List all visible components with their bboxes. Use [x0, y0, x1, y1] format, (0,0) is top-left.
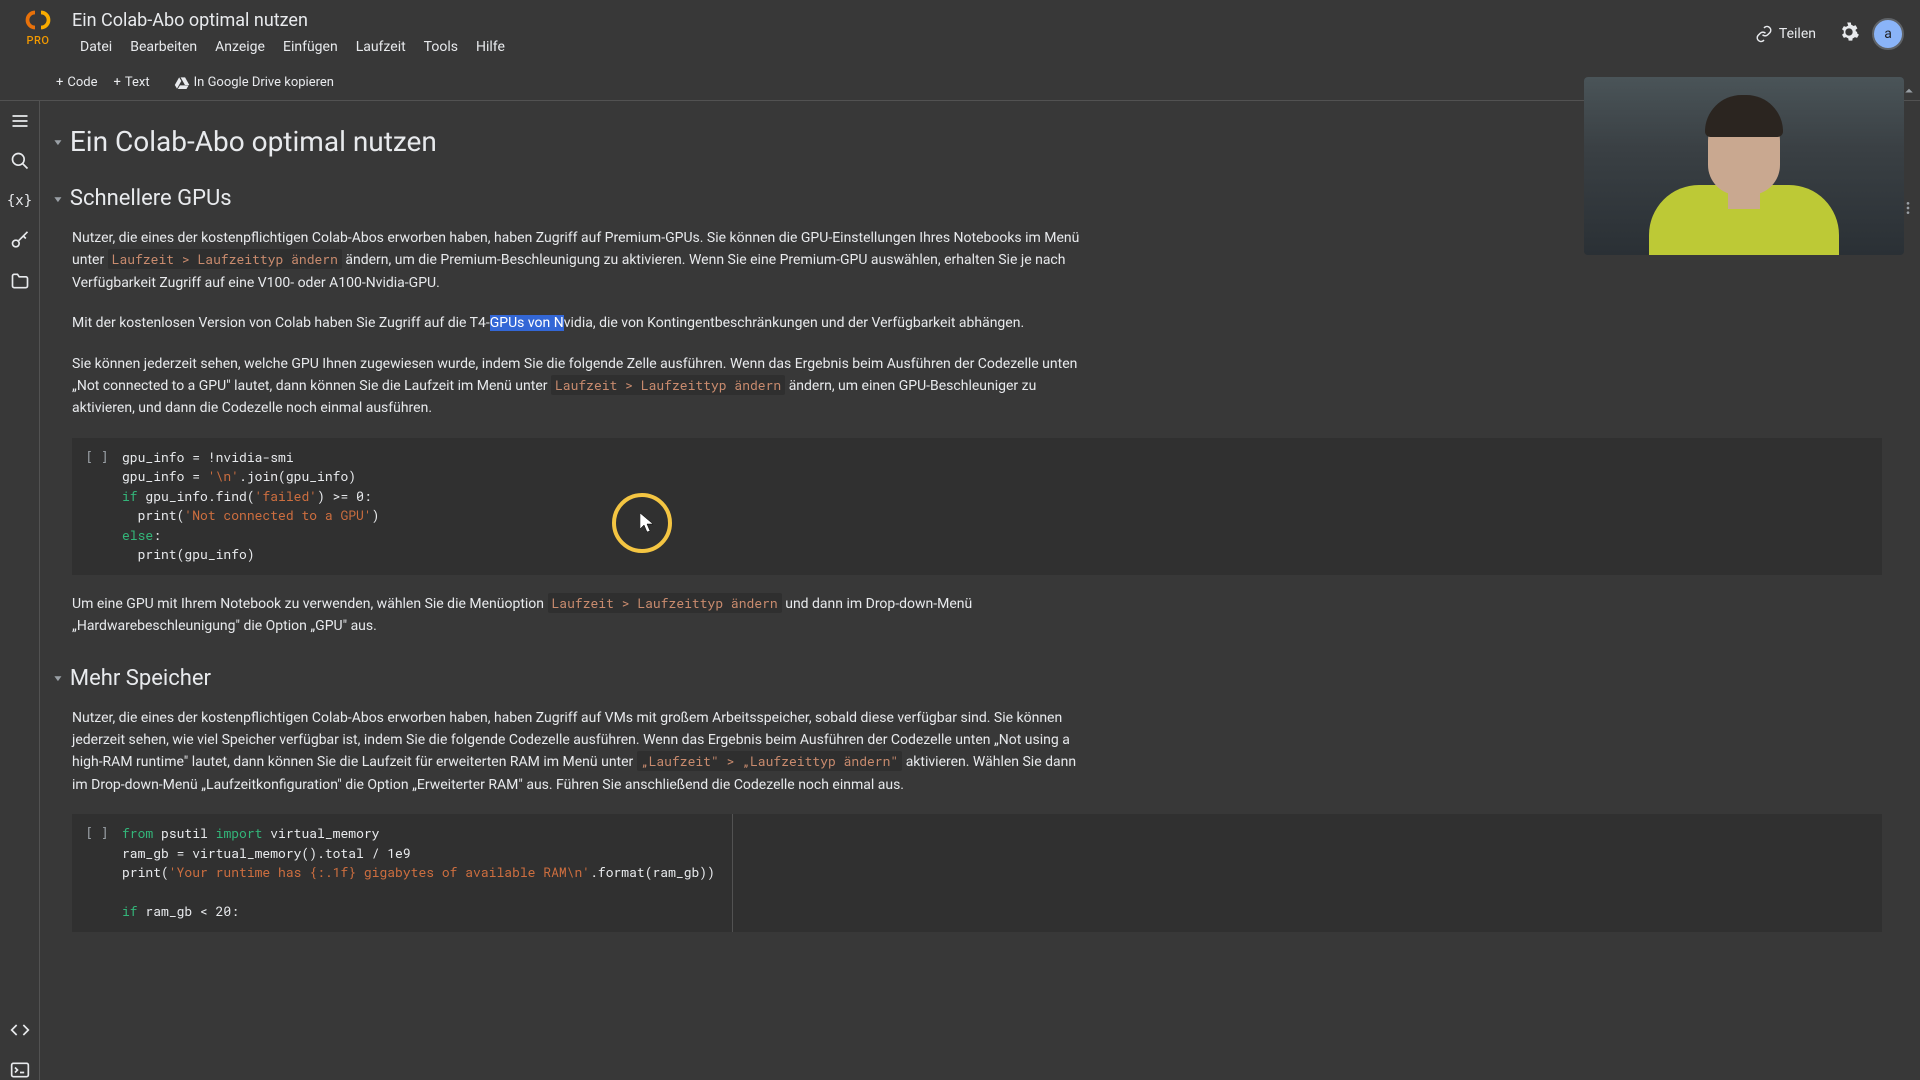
plus-icon: +	[56, 75, 63, 90]
menu-bar: Datei Bearbeiten Anzeige Einfügen Laufze…	[72, 35, 1745, 59]
menu-runtime[interactable]: Laufzeit	[348, 35, 414, 59]
document-title[interactable]: Ein Colab-Abo optimal nutzen	[72, 8, 1745, 35]
paragraph: Mit der kostenlosen Version von Colab ha…	[72, 312, 1092, 334]
menu-help[interactable]: Hilfe	[468, 35, 513, 59]
paragraph: Nutzer, die eines der kostenpflichtigen …	[72, 227, 1092, 294]
code-icon	[10, 1020, 30, 1040]
variables-button[interactable]: {x}	[10, 191, 30, 211]
code-cell[interactable]: [ ] from psutil import virtual_memory ra…	[72, 814, 1882, 932]
collapse-arrow-icon[interactable]: ▼	[52, 194, 64, 204]
menu-file[interactable]: Datei	[72, 35, 120, 59]
code-editor[interactable]: gpu_info = !nvidia-smi gpu_info = '\n'.j…	[122, 448, 379, 565]
logo-area[interactable]: PRO	[20, 8, 56, 47]
webcam-menu-button[interactable]	[1900, 200, 1916, 220]
inline-code: Laufzeit > Laufzeittyp ändern	[108, 249, 342, 269]
paragraph: Sie können jederzeit sehen, welche GPU I…	[72, 353, 1092, 420]
folder-icon	[10, 271, 30, 291]
code-editor[interactable]: from psutil import virtual_memory ram_gb…	[122, 824, 715, 922]
paragraph: Nutzer, die eines der kostenpflichtigen …	[72, 707, 1092, 797]
collapse-header-button[interactable]	[1900, 82, 1918, 104]
braces-icon: {x}	[7, 193, 32, 209]
share-button[interactable]: Teilen	[1745, 19, 1826, 49]
app-header: PRO Ein Colab-Abo optimal nutzen Datei B…	[0, 0, 1920, 65]
paragraph: Um eine GPU mit Ihrem Notebook zu verwen…	[72, 593, 1092, 638]
menu-view[interactable]: Anzeige	[207, 35, 273, 59]
page-title: Ein Colab-Abo optimal nutzen	[70, 125, 437, 158]
cell-gutter[interactable]: [ ]	[72, 824, 122, 922]
menu-edit[interactable]: Bearbeiten	[122, 35, 205, 59]
add-text-button[interactable]: + Text	[114, 75, 150, 90]
collapse-arrow-icon[interactable]: ▼	[52, 673, 64, 683]
search-button[interactable]	[10, 151, 30, 171]
code-snippets-button[interactable]	[10, 1020, 30, 1040]
pro-badge: PRO	[26, 34, 49, 47]
code-cell[interactable]: [ ] gpu_info = !nvidia-smi gpu_info = '\…	[72, 438, 1882, 575]
copy-to-drive-button[interactable]: In Google Drive kopieren	[174, 75, 334, 91]
dots-vertical-icon	[1900, 200, 1916, 216]
section-heading: Schnellere GPUs	[70, 186, 232, 211]
inline-code: Laufzeit > Laufzeittyp ändern	[548, 593, 782, 613]
section-heading: Mehr Speicher	[70, 666, 211, 691]
terminal-button[interactable]	[10, 1060, 30, 1080]
link-icon	[1755, 25, 1773, 43]
webcam-overlay[interactable]	[1584, 77, 1904, 255]
secrets-button[interactable]	[10, 231, 30, 251]
key-icon	[10, 231, 30, 251]
webcam-feed	[1584, 77, 1904, 255]
toc-button[interactable]	[10, 111, 30, 131]
menu-insert[interactable]: Einfügen	[275, 35, 346, 59]
left-sidebar: {x}	[0, 101, 40, 1080]
menu-tools[interactable]: Tools	[416, 35, 466, 59]
user-avatar[interactable]: a	[1872, 18, 1904, 50]
chevron-up-icon	[1900, 82, 1918, 100]
collapse-arrow-icon[interactable]: ▼	[52, 137, 64, 147]
add-code-button[interactable]: + Code	[56, 75, 98, 90]
gear-icon	[1838, 21, 1860, 43]
settings-button[interactable]	[1838, 21, 1860, 47]
colab-logo-icon	[20, 8, 56, 32]
cell-gutter[interactable]: [ ]	[72, 448, 122, 565]
files-button[interactable]	[10, 271, 30, 291]
search-icon	[10, 151, 30, 171]
selected-text: GPUs von N	[490, 315, 564, 331]
inline-code: Laufzeit > Laufzeittyp ändern	[551, 375, 785, 395]
inline-code: „Laufzeit" > „Laufzeittyp ändern"	[637, 751, 902, 771]
plus-icon: +	[114, 75, 121, 90]
cell-divider	[732, 814, 733, 932]
list-icon	[10, 111, 30, 131]
terminal-icon	[10, 1060, 30, 1080]
share-label: Teilen	[1779, 26, 1816, 42]
drive-icon	[174, 75, 190, 91]
